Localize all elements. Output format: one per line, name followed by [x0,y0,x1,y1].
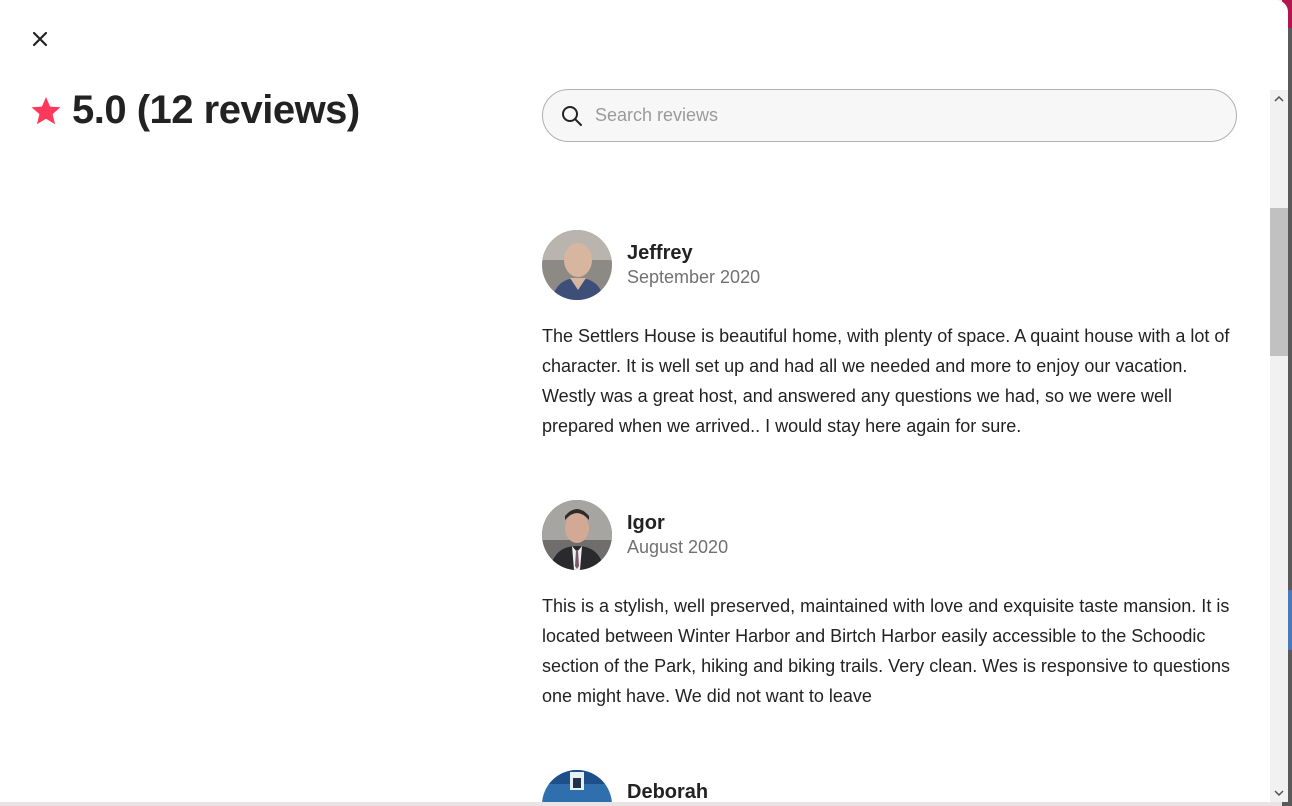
review-date: September 2020 [627,267,761,287]
chevron-up-icon [1274,95,1284,102]
review-date: August 2020 [627,537,729,557]
rating-summary: 5.0 (12 reviews) [30,88,360,133]
reviews-dialog: 5.0 (12 reviews) Jeffrey [0,0,1288,802]
search-reviews-field[interactable] [542,89,1237,142]
search-input[interactable] [593,104,1197,127]
review-item: Deborah [542,770,1242,802]
close-button[interactable] [22,21,58,57]
close-icon [32,31,48,47]
chevron-down-icon [1274,790,1284,797]
rating-heading: 5.0 (12 reviews) [72,88,360,132]
reviewer-name: Igor [627,512,665,534]
reviewer-avatar[interactable] [542,770,612,802]
reviewer-name: Deborah [627,781,709,802]
reviewer-avatar[interactable] [542,500,612,570]
reviews-scrollbar[interactable] [1270,90,1288,802]
search-icon [561,105,583,127]
review-item: Jeffrey September 2020 The Settlers Hous… [542,230,1242,441]
scroll-down-button[interactable] [1270,784,1288,802]
scrollbar-thumb[interactable] [1270,208,1288,356]
scroll-up-button[interactable] [1270,90,1288,108]
star-icon [30,95,62,127]
review-text: This is a stylish, well preserved, maint… [542,596,1231,706]
review-text: The Settlers House is beautiful home, wi… [542,326,1230,436]
reviewer-avatar[interactable] [542,230,612,300]
reviewer-name: Jeffrey [627,242,693,264]
review-item: Igor August 2020 This is a stylish, well… [542,500,1242,711]
